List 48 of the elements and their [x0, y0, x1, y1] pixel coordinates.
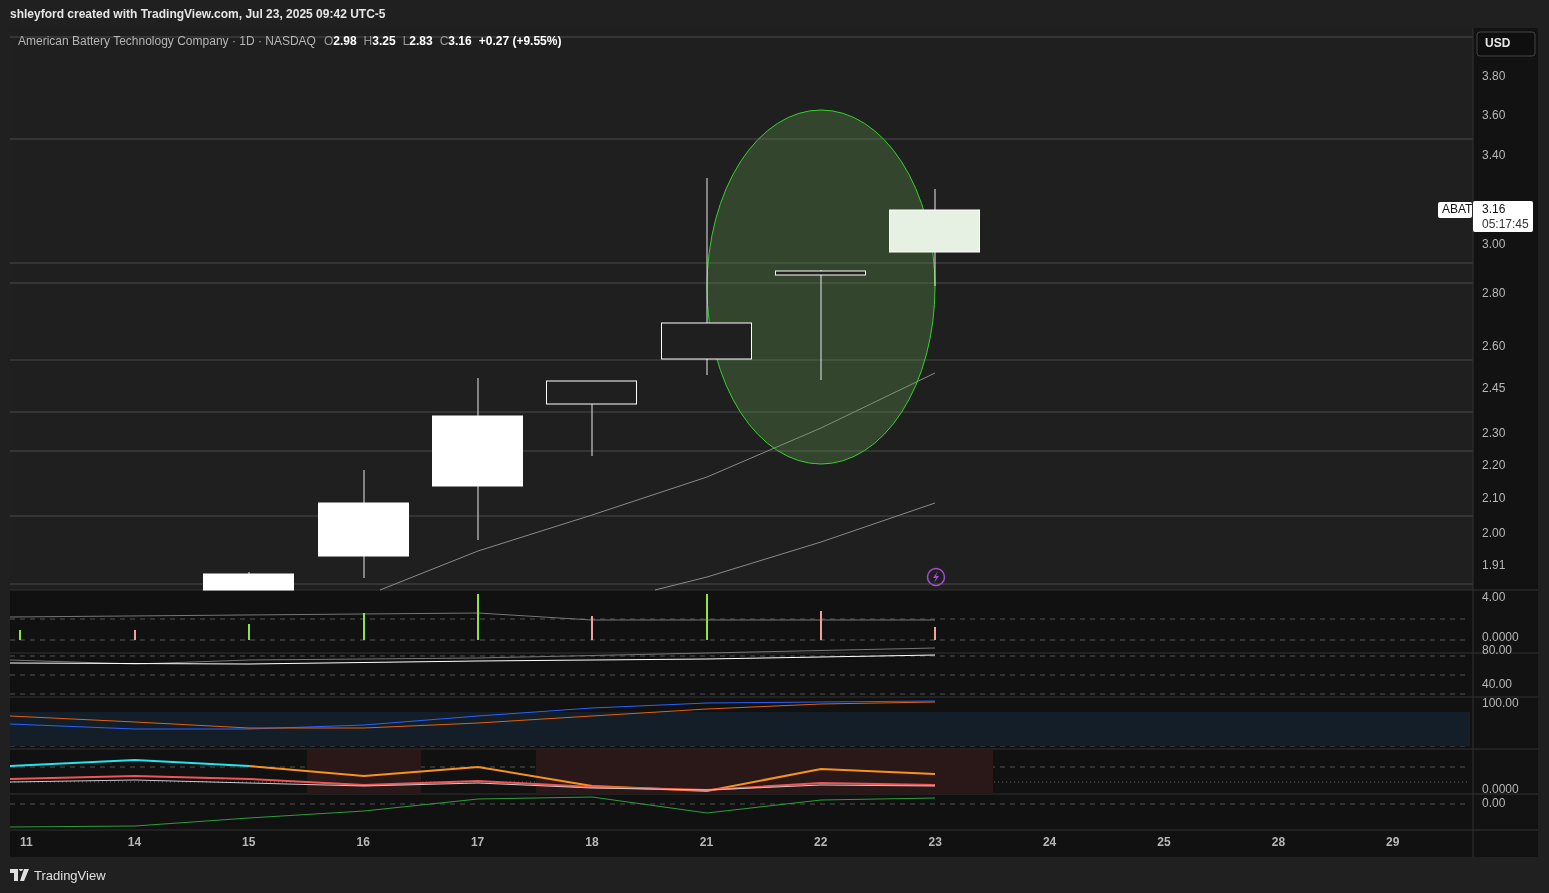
pane-scale-label: 4.00 — [1482, 590, 1506, 605]
price-label: 2.60 — [1482, 339, 1506, 354]
price-label: 2.45 — [1482, 381, 1506, 396]
current-price: 3.16 — [1482, 202, 1506, 217]
logo-icon — [10, 869, 30, 881]
pane-scale-label: 80.00 — [1482, 643, 1513, 658]
date-label: 23 — [928, 835, 942, 850]
price-label: 2.30 — [1482, 426, 1506, 441]
price-label: 3.00 — [1482, 237, 1506, 252]
price-label: 2.20 — [1482, 458, 1506, 473]
currency-button[interactable] — [1476, 31, 1536, 57]
date-label: 21 — [699, 835, 714, 850]
ohlc-value: C3.16 — [439, 34, 472, 49]
symbol-tag: ABAT — [1438, 202, 1473, 218]
price-label: 2.10 — [1482, 491, 1506, 506]
pane-scale-label: 100.00 — [1482, 696, 1519, 711]
date-label: 16 — [356, 835, 370, 850]
date-label: 22 — [814, 835, 828, 850]
date-label: 11 — [20, 835, 33, 850]
pane-scale-label: 0.0000 — [1482, 630, 1519, 645]
date-label: 14 — [127, 835, 142, 850]
bar-countdown: 05:17:45 — [1482, 217, 1529, 232]
date-label: 15 — [242, 835, 256, 850]
date-label: 28 — [1271, 835, 1286, 850]
price-label: 3.40 — [1482, 148, 1506, 163]
pane-scale-label: 0.00 — [1482, 796, 1506, 811]
date-label: 29 — [1386, 835, 1400, 850]
ohlc-value: H3.25 — [363, 34, 396, 49]
price-label: 3.80 — [1482, 69, 1506, 84]
price-label: 2.00 — [1482, 526, 1506, 541]
price-label: 1.91 — [1482, 558, 1506, 573]
pane-scale-label: 0.0000 — [1482, 782, 1519, 797]
price-change: +0.27 (+9.55%) — [478, 34, 562, 49]
chart-caption: shleyford created with TradingView.com, Jul 23, 2025 09:42 UTC-5 — [10, 7, 386, 21]
date-label: 24 — [1042, 835, 1057, 850]
date-label: 17 — [470, 835, 485, 850]
ohlc-value: O2.98 — [323, 34, 357, 49]
lightning-icon — [926, 567, 946, 587]
price-tag — [1473, 201, 1533, 232]
chart-title: American Battery Technology Company · 1D · NASDAQ — [18, 34, 316, 49]
date-label: 25 — [1157, 835, 1171, 850]
currency-label: USD — [1485, 36, 1511, 51]
price-label: 2.80 — [1482, 286, 1506, 301]
date-label: 18 — [585, 835, 599, 850]
brand-name: TradingView — [34, 867, 106, 883]
ohlc-value: L2.83 — [402, 34, 433, 49]
price-label: 3.60 — [1482, 108, 1506, 123]
pane-scale-label: 40.00 — [1482, 677, 1513, 692]
